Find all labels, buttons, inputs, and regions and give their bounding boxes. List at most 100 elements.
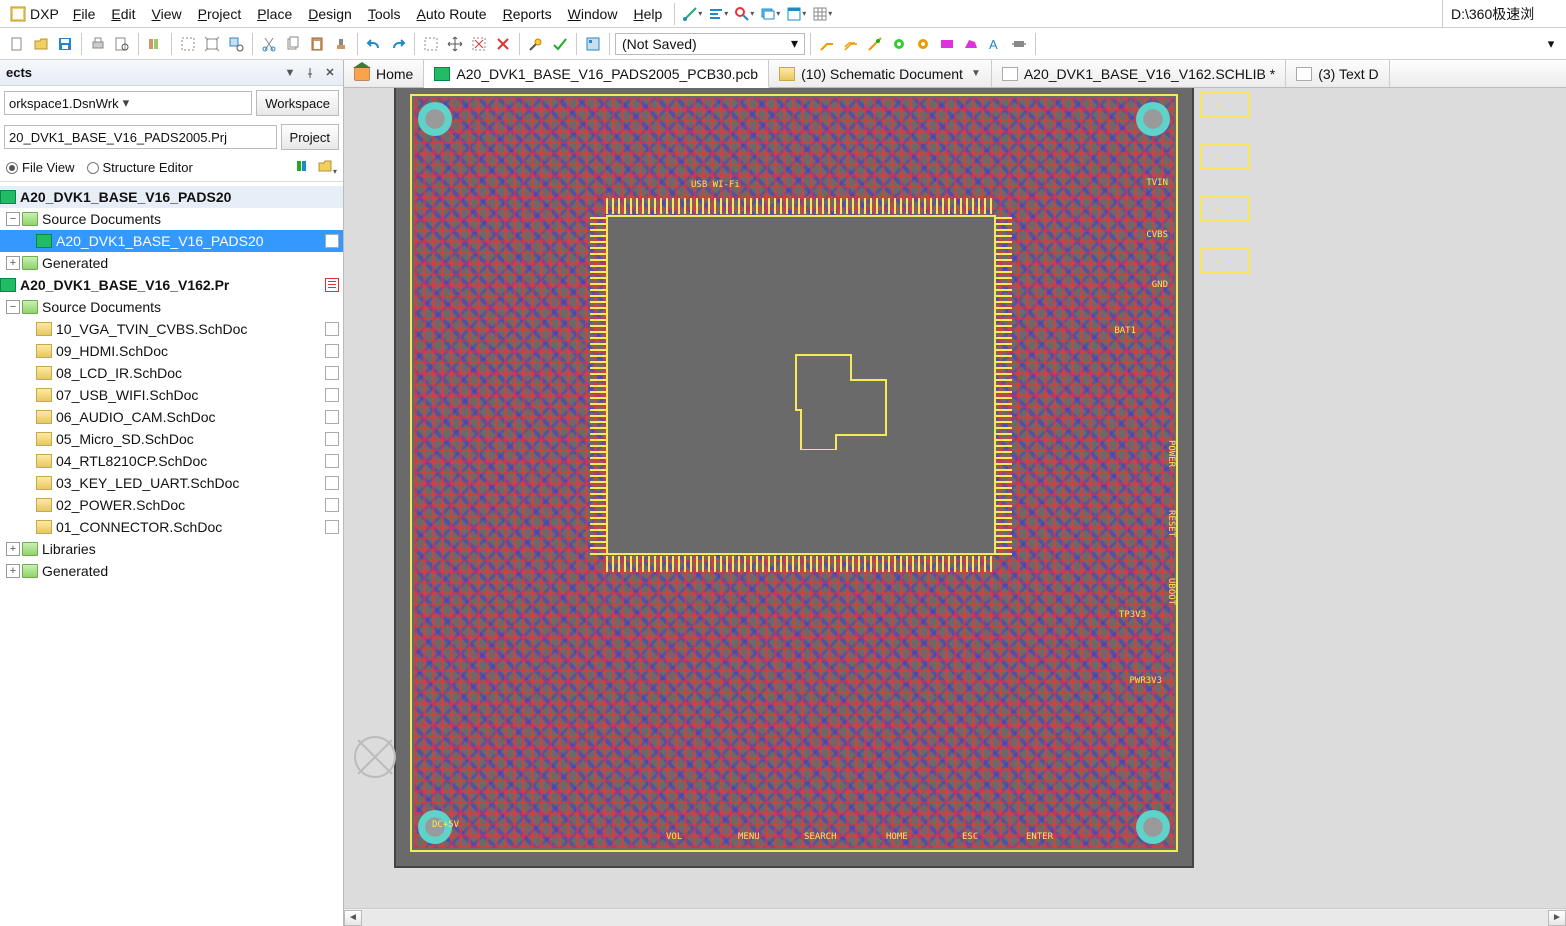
via2-icon[interactable]	[912, 33, 934, 55]
zoom-sel-icon[interactable]	[225, 33, 247, 55]
tree-schdoc[interactable]: 03_KEY_LED_UART.SchDoc	[0, 472, 343, 494]
collapse-icon[interactable]: −	[6, 212, 20, 226]
expand-icon[interactable]: +	[6, 256, 20, 270]
tree-project-2[interactable]: A20_DVK1_BASE_V16_V162.Pr	[0, 274, 343, 296]
print-icon[interactable]	[87, 33, 109, 55]
menu-project[interactable]: Project	[190, 2, 250, 26]
workspace-combo[interactable]: orkspace1.DsnWrk ▾	[4, 91, 252, 115]
tree-schdoc[interactable]: 01_CONNECTOR.SchDoc	[0, 516, 343, 538]
tree-schdoc[interactable]: 06_AUDIO_CAM.SchDoc	[0, 406, 343, 428]
fill-icon[interactable]	[936, 33, 958, 55]
clear-icon[interactable]	[492, 33, 514, 55]
browse-icon[interactable]	[582, 33, 604, 55]
tree-source-docs-2[interactable]: − Source Documents	[0, 296, 343, 318]
tree-schdoc[interactable]: 08_LCD_IR.SchDoc	[0, 362, 343, 384]
component-icon[interactable]	[1008, 33, 1030, 55]
tab-schlib[interactable]: A20_DVK1_BASE_V16_V162.SCHLIB *	[992, 60, 1286, 87]
tree-libraries[interactable]: + Libraries	[0, 538, 343, 560]
deselect-icon[interactable]	[468, 33, 490, 55]
dxp-menu[interactable]: DXP	[4, 6, 65, 22]
window-tool[interactable]: ▾	[784, 3, 808, 25]
expand-icon[interactable]: +	[6, 564, 20, 578]
redo-icon[interactable]	[387, 33, 409, 55]
structure-editor-radio[interactable]: Structure Editor	[87, 160, 193, 175]
scroll-track[interactable]	[362, 910, 1548, 926]
menu-tools[interactable]: Tools	[360, 2, 409, 26]
refresh-icon[interactable]	[295, 158, 311, 177]
more-dropdown-icon[interactable]: ▾	[1542, 33, 1560, 55]
tab-home[interactable]: Home	[344, 60, 424, 87]
pcb-board[interactable]: USB WI-Fi TVIN CVBS GND BAT1 POWER RESET…	[394, 88, 1194, 868]
tree-schdoc[interactable]: 09_HDMI.SchDoc	[0, 340, 343, 362]
cut-icon[interactable]	[258, 33, 280, 55]
open-icon[interactable]	[30, 33, 52, 55]
save-icon[interactable]	[54, 33, 76, 55]
grid-tool[interactable]: ▾	[810, 3, 834, 25]
workspace-button[interactable]: Workspace	[256, 90, 339, 116]
find-tool[interactable]: ▾	[732, 3, 756, 25]
project-tree[interactable]: A20_DVK1_BASE_V16_PADS20 − Source Docume…	[0, 182, 343, 926]
menu-file[interactable]: File	[65, 2, 104, 26]
route-2-icon[interactable]	[840, 33, 862, 55]
menu-window[interactable]: Window	[560, 2, 626, 26]
tab-schematic[interactable]: (10) Schematic Document▼	[769, 60, 992, 87]
tree-schdoc[interactable]: 04_RTL8210CP.SchDoc	[0, 450, 343, 472]
silk-text: PWR3V3	[1129, 676, 1162, 686]
poly-icon[interactable]	[960, 33, 982, 55]
zoom-fit-icon[interactable]	[201, 33, 223, 55]
project-field[interactable]: 20_DVK1_BASE_V16_PADS2005.Prj	[4, 125, 277, 149]
check-icon[interactable]	[549, 33, 571, 55]
project-button[interactable]: Project	[281, 124, 339, 150]
text-icon[interactable]: A	[984, 33, 1006, 55]
menu-place[interactable]: Place	[249, 2, 300, 26]
tree-project-1[interactable]: A20_DVK1_BASE_V16_PADS20	[0, 186, 343, 208]
zoom-area-icon[interactable]	[177, 33, 199, 55]
menu-design[interactable]: Design	[300, 2, 360, 26]
pin-icon[interactable]	[303, 66, 317, 80]
horizontal-scrollbar[interactable]: ◄ ►	[344, 908, 1566, 926]
crossprobe-icon[interactable]	[525, 33, 547, 55]
menu-autoroute[interactable]: Auto Route	[409, 2, 495, 26]
route-3-icon[interactable]	[864, 33, 886, 55]
drawline-tool[interactable]: ▾	[680, 3, 704, 25]
dropdown-icon[interactable]: ▼	[283, 66, 297, 80]
undo-icon[interactable]	[363, 33, 385, 55]
options-icon[interactable]: ▾	[317, 158, 337, 177]
select-rect-icon[interactable]	[420, 33, 442, 55]
new-icon[interactable]	[6, 33, 28, 55]
preview-icon[interactable]	[111, 33, 133, 55]
tree-schdoc[interactable]: 05_Micro_SD.SchDoc	[0, 428, 343, 450]
scroll-right-icon[interactable]: ►	[1548, 910, 1566, 926]
layer-combo[interactable]: (Not Saved) ▾	[615, 33, 805, 55]
route-1-icon[interactable]	[816, 33, 838, 55]
expand-icon[interactable]: +	[6, 542, 20, 556]
collapse-icon[interactable]: −	[6, 300, 20, 314]
tree-source-docs-1[interactable]: − Source Documents	[0, 208, 343, 230]
tree-pcb-doc[interactable]: A20_DVK1_BASE_V16_PADS20	[0, 230, 343, 252]
move-icon[interactable]	[444, 33, 466, 55]
menu-reports[interactable]: Reports	[495, 2, 560, 26]
menu-help[interactable]: Help	[625, 2, 670, 26]
align-tool[interactable]: ▾	[706, 3, 730, 25]
tree-schdoc[interactable]: 10_VGA_TVIN_CVBS.SchDoc	[0, 318, 343, 340]
selection-outline[interactable]	[786, 335, 896, 450]
tab-pcb[interactable]: A20_DVK1_BASE_V16_PADS2005_PCB30.pcb	[424, 60, 769, 88]
pcb-canvas-viewport[interactable]: USB WI-Fi TVIN CVBS GND BAT1 POWER RESET…	[344, 88, 1566, 908]
layers-tool[interactable]: ▾	[758, 3, 782, 25]
stamp-icon[interactable]	[330, 33, 352, 55]
library-icon[interactable]	[144, 33, 166, 55]
menu-edit[interactable]: Edit	[103, 2, 143, 26]
paste-icon[interactable]	[306, 33, 328, 55]
tree-generated-1[interactable]: + Generated	[0, 252, 343, 274]
file-view-radio[interactable]: File View	[6, 160, 75, 175]
scroll-left-icon[interactable]: ◄	[344, 910, 362, 926]
tree-schdoc[interactable]: 02_POWER.SchDoc	[0, 494, 343, 516]
tree-schdoc[interactable]: 07_USB_WIFI.SchDoc	[0, 384, 343, 406]
tree-generated-2[interactable]: + Generated	[0, 560, 343, 582]
copy-icon[interactable]	[282, 33, 304, 55]
via-icon[interactable]	[888, 33, 910, 55]
tab-text[interactable]: (3) Text D	[1286, 60, 1389, 87]
menu-view[interactable]: View	[144, 2, 190, 26]
close-icon[interactable]: ✕	[323, 66, 337, 80]
chevron-down-icon[interactable]: ▼	[971, 68, 981, 79]
